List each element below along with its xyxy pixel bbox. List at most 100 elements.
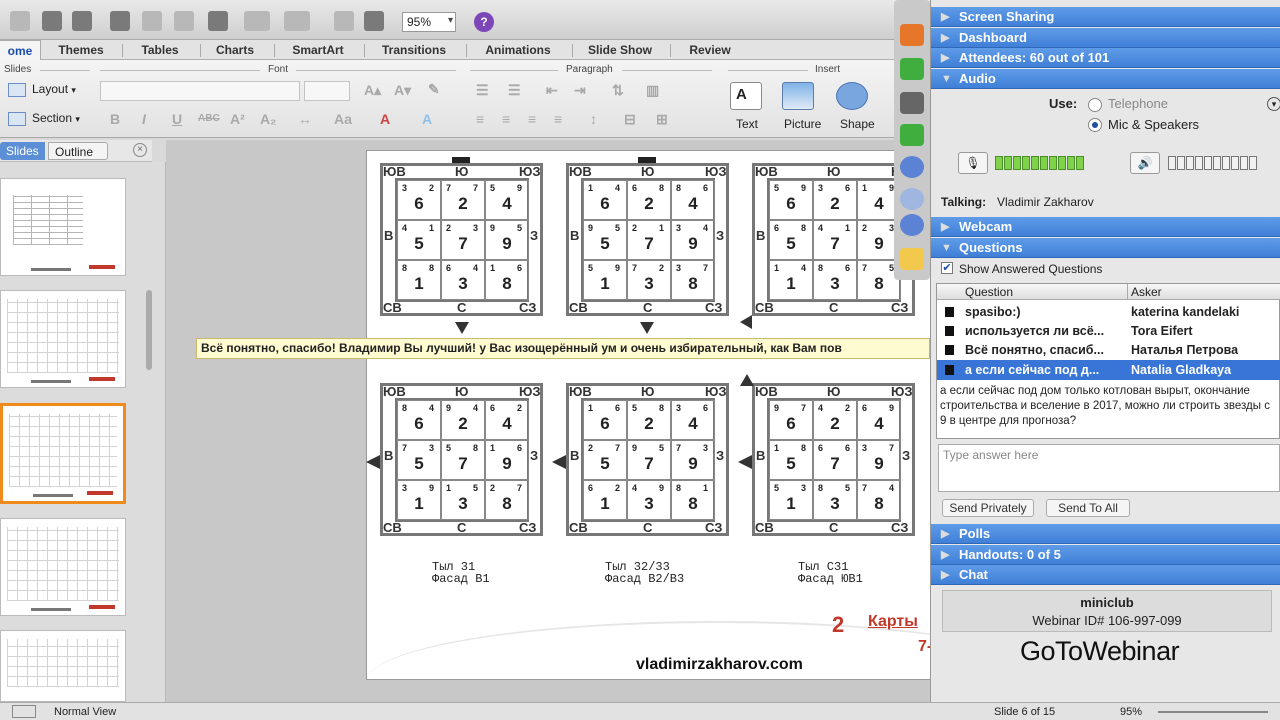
chat-bubble-icon[interactable] bbox=[900, 214, 924, 236]
tab-smartart[interactable]: SmartArt bbox=[280, 40, 356, 60]
grow-font-icon[interactable]: A▴ bbox=[364, 82, 381, 99]
align-left-icon[interactable]: ≡ bbox=[476, 111, 484, 127]
shape-icon[interactable] bbox=[836, 82, 868, 110]
tab-themes[interactable]: Themes bbox=[48, 40, 114, 60]
question-column-header[interactable]: Question bbox=[965, 285, 1013, 299]
section-webcam[interactable]: ▶ Webcam bbox=[931, 217, 1280, 237]
show-answered-checkbox[interactable]: ✔ bbox=[941, 262, 953, 274]
section-attendees[interactable]: ▶ Attendees: 60 out of 101 bbox=[931, 48, 1280, 68]
speaker-button[interactable]: 🔊 bbox=[1130, 152, 1160, 174]
copy-icon[interactable] bbox=[142, 11, 162, 31]
text-button-label[interactable]: Text bbox=[736, 117, 758, 131]
section-button[interactable]: Section ▾ bbox=[8, 111, 80, 126]
text-direction-icon[interactable]: ⇅ bbox=[612, 82, 624, 99]
microphone-icon[interactable] bbox=[900, 58, 924, 80]
microphone-mute-button[interactable]: 🎙 bbox=[958, 152, 988, 174]
section-audio[interactable]: ▼ Audio bbox=[931, 69, 1280, 89]
collapse-arrow-icon[interactable] bbox=[900, 24, 924, 46]
text-effects-icon[interactable]: A bbox=[422, 111, 432, 127]
increase-indent-icon[interactable]: ⇥ bbox=[574, 82, 586, 99]
convert-smartart-icon[interactable]: ⊞ bbox=[656, 111, 668, 128]
undo-icon[interactable] bbox=[244, 11, 270, 31]
tab-review[interactable]: Review bbox=[676, 40, 744, 60]
close-icon[interactable]: × bbox=[133, 143, 147, 157]
pane-scrollbar[interactable] bbox=[146, 290, 152, 370]
slide-sorter-icon[interactable] bbox=[334, 11, 354, 31]
question-row[interactable]: Всё понятно, спасиб... Наталья Петрова bbox=[937, 340, 1280, 360]
pause-icon[interactable] bbox=[900, 156, 924, 178]
chat-popup-banner[interactable]: Всё понятно, спасибо! Владимир Вы лучший… bbox=[196, 338, 930, 359]
save-icon[interactable] bbox=[42, 11, 62, 31]
print-icon[interactable] bbox=[72, 11, 92, 31]
character-spacing-icon[interactable]: ↔ bbox=[298, 111, 312, 127]
pointer-icon[interactable] bbox=[900, 188, 924, 210]
italic-icon[interactable]: I bbox=[142, 111, 146, 127]
paste-icon[interactable] bbox=[174, 11, 194, 31]
new-icon[interactable] bbox=[10, 11, 30, 31]
align-right-icon[interactable]: ≡ bbox=[528, 111, 536, 127]
section-screen-sharing[interactable]: ▶ Screen Sharing bbox=[931, 7, 1280, 27]
strikethrough-icon[interactable]: ABC bbox=[198, 113, 220, 124]
superscript-icon[interactable]: A² bbox=[230, 111, 245, 127]
mic-speakers-radio[interactable] bbox=[1088, 118, 1102, 132]
telephone-radio[interactable] bbox=[1088, 98, 1102, 112]
font-color-icon[interactable]: A bbox=[380, 111, 390, 127]
section-chat[interactable]: ▶ Chat bbox=[931, 565, 1280, 585]
tab-slides[interactable]: Slides bbox=[0, 142, 45, 160]
text-box-icon[interactable]: A bbox=[730, 82, 762, 110]
question-row[interactable]: spasibo:) katerina kandelaki bbox=[937, 302, 1280, 322]
help-icon[interactable]: ? bbox=[474, 12, 494, 32]
slide-thumb[interactable] bbox=[0, 178, 126, 276]
picture-icon[interactable] bbox=[782, 82, 814, 110]
shape-button-label[interactable]: Shape bbox=[840, 117, 875, 131]
tab-transitions[interactable]: Transitions bbox=[370, 40, 458, 60]
format-painter-icon[interactable] bbox=[208, 11, 228, 31]
view-toggle-icon[interactable] bbox=[12, 705, 36, 718]
align-center-icon[interactable]: ≡ bbox=[502, 111, 510, 127]
slide-thumb[interactable] bbox=[0, 518, 126, 616]
section-handouts[interactable]: ▶ Handouts: 0 of 5 bbox=[931, 545, 1280, 565]
section-polls[interactable]: ▶ Polls bbox=[931, 524, 1280, 544]
redo-icon[interactable] bbox=[284, 11, 310, 31]
columns-icon[interactable]: ▥ bbox=[646, 82, 659, 99]
subscript-icon[interactable]: A₂ bbox=[260, 111, 276, 127]
section-dashboard[interactable]: ▶ Dashboard bbox=[931, 28, 1280, 48]
underline-icon[interactable]: U bbox=[172, 111, 182, 127]
slide-thumb[interactable] bbox=[0, 630, 126, 702]
raise-hand-icon[interactable] bbox=[900, 248, 924, 270]
audio-options-icon[interactable]: ▾ bbox=[1267, 97, 1280, 111]
tab-outline[interactable]: Outline bbox=[48, 142, 108, 160]
line-spacing-icon[interactable]: ↕ bbox=[590, 111, 597, 127]
font-size-field[interactable] bbox=[304, 81, 350, 101]
question-row-selected[interactable]: а если сейчас под д... Natalia Gladkaya bbox=[937, 360, 1280, 380]
asker-column-header[interactable]: Asker bbox=[1131, 285, 1162, 299]
bold-icon[interactable]: B bbox=[110, 111, 120, 127]
decrease-indent-icon[interactable]: ⇤ bbox=[546, 82, 558, 99]
clear-format-icon[interactable]: ✎ bbox=[428, 81, 440, 98]
change-case-icon[interactable]: Aa bbox=[334, 111, 352, 127]
tab-slide-show[interactable]: Slide Show bbox=[578, 40, 662, 60]
answer-input[interactable]: Type answer here bbox=[938, 444, 1280, 492]
shrink-font-icon[interactable]: A▾ bbox=[394, 82, 411, 99]
tab-tables[interactable]: Tables bbox=[128, 40, 192, 60]
question-row[interactable]: используется ли всё... Tora Eifert bbox=[937, 321, 1280, 341]
send-privately-button[interactable]: Send Privately bbox=[942, 499, 1034, 517]
slide-thumb[interactable] bbox=[0, 290, 126, 388]
cut-icon[interactable] bbox=[110, 11, 130, 31]
section-questions[interactable]: ▼ Questions bbox=[931, 238, 1280, 258]
zoom-select[interactable]: 95% bbox=[402, 12, 456, 32]
tab-home[interactable]: ome bbox=[0, 40, 41, 60]
webcam-icon[interactable] bbox=[900, 92, 924, 114]
send-to-all-button[interactable]: Send To All bbox=[1046, 499, 1130, 517]
picture-button-label[interactable]: Picture bbox=[784, 117, 821, 131]
font-name-field[interactable] bbox=[100, 81, 300, 101]
slide-thumb-selected[interactable] bbox=[0, 403, 126, 504]
tab-animations[interactable]: Animations bbox=[472, 40, 564, 60]
layout-button[interactable]: Layout ▾ bbox=[8, 82, 76, 97]
numbering-icon[interactable]: ☰ bbox=[508, 82, 521, 99]
screen-share-icon[interactable] bbox=[900, 124, 924, 146]
justify-icon[interactable]: ≡ bbox=[554, 111, 562, 127]
align-text-icon[interactable]: ⊟ bbox=[624, 111, 636, 128]
bullets-icon[interactable]: ☰ bbox=[476, 82, 489, 99]
gallery-icon[interactable] bbox=[364, 11, 384, 31]
